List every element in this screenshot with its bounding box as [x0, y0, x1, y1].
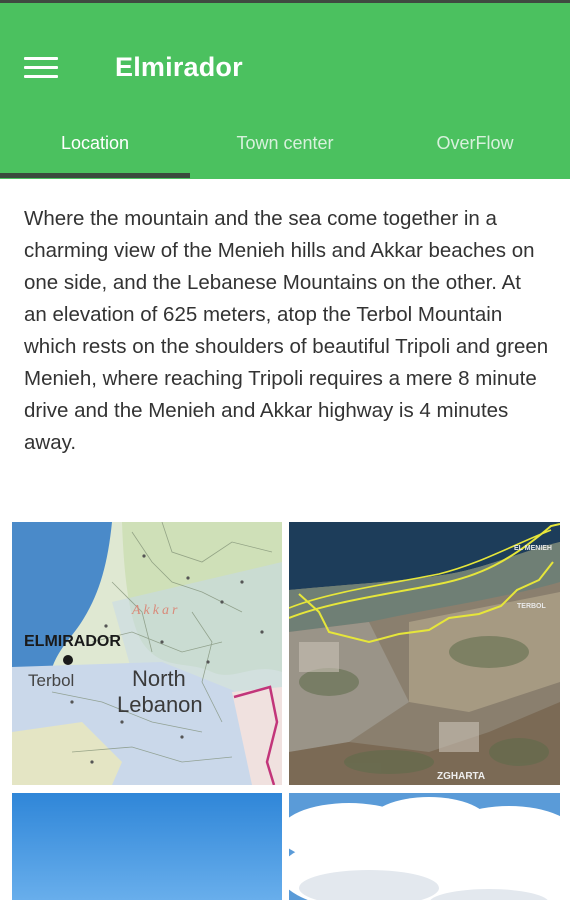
satellite-zgharta-label: ZGHARTA: [437, 771, 485, 782]
tab-overflow[interactable]: OverFlow: [380, 118, 570, 179]
map-region-line2: Lebanon: [117, 692, 203, 717]
hamburger-menu-icon[interactable]: [24, 55, 58, 81]
active-tab-indicator: [0, 173, 190, 178]
tab-town-center[interactable]: Town center: [190, 118, 380, 179]
satellite-terbol-label: TERBOL: [517, 603, 547, 610]
map-terbol-label: Terbol: [28, 671, 74, 690]
tab-bar: Location Town center OverFlow: [0, 118, 570, 179]
map-region-line1: North: [132, 666, 186, 691]
app-title: Elmirador: [115, 52, 243, 82]
map-faint-label: Akkar: [131, 603, 180, 618]
map-location-marker: [63, 655, 73, 665]
sky-clouds-image[interactable]: [289, 793, 560, 900]
satellite-menieh-label: EL MENIEH: [514, 545, 552, 552]
location-description: Where the mountain and the sea come toge…: [24, 207, 549, 454]
location-map-image[interactable]: Akkar ELMIRADOR Terbol North Lebanon: [12, 522, 282, 785]
tab-location[interactable]: Location: [0, 118, 190, 179]
app-bar: Elmirador Location Town center OverFlow: [0, 3, 570, 179]
sky-image-1[interactable]: [12, 793, 282, 900]
map-elmirador-label: ELMIRADOR: [24, 633, 121, 650]
satellite-image[interactable]: EL MENIEH TERBOL ZGHARTA: [289, 522, 560, 785]
